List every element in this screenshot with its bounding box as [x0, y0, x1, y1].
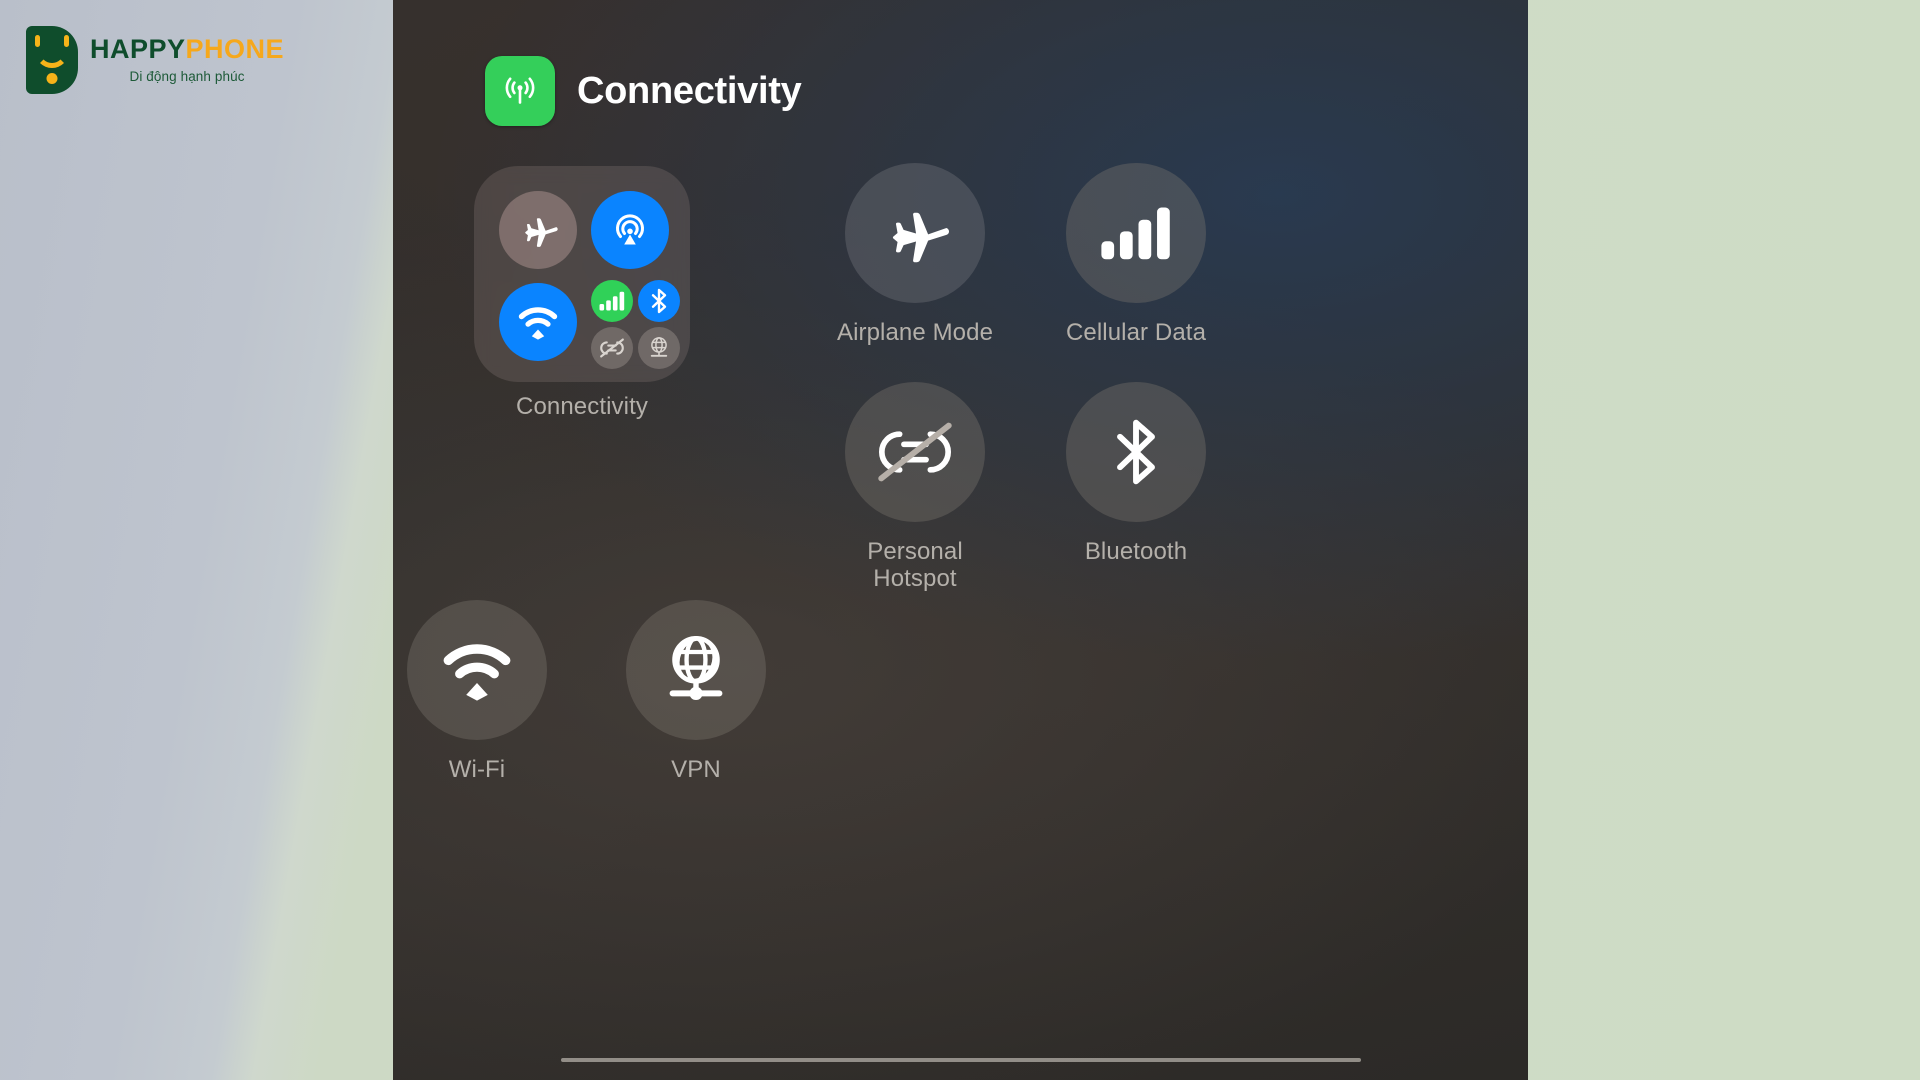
brand-text: HAPPYPHONE Di động hạnh phúc	[90, 36, 284, 84]
module-airdrop-button[interactable]	[591, 191, 669, 269]
tile-vpn[interactable]: VPN	[626, 600, 766, 784]
airplane-icon	[892, 212, 950, 263]
panel-header: Connectivity	[485, 56, 802, 126]
cellular-data-button[interactable]	[1066, 163, 1206, 303]
personal-hotspot-label: Personal Hotspot	[867, 538, 963, 592]
brand-word-happy: HAPPY	[90, 34, 186, 65]
bluetooth-icon	[1117, 419, 1155, 485]
tile-bluetooth[interactable]: Bluetooth	[1066, 382, 1206, 566]
bag-dot-shape	[46, 73, 58, 84]
connectivity-module-card[interactable]	[474, 166, 690, 382]
airplane-icon	[525, 218, 558, 247]
tile-personal-hotspot[interactable]: Personal Hotspot	[845, 382, 985, 593]
module-airplane-mode-button[interactable]	[499, 191, 577, 269]
module-bluetooth-button[interactable]	[638, 280, 680, 322]
connectivity-module-label: Connectivity	[516, 393, 648, 420]
hotspot-off-icon	[600, 338, 624, 358]
cellular-bars-icon	[1101, 207, 1170, 260]
brand-wordmark: HAPPYPHONE	[90, 36, 284, 63]
bluetooth-label: Bluetooth	[1084, 538, 1188, 565]
airplane-mode-button[interactable]	[845, 163, 985, 303]
module-cellular-data-button[interactable]	[591, 280, 633, 322]
cellular-bars-icon	[599, 291, 625, 311]
vpn-globe-icon	[669, 636, 723, 700]
brand-logo: HAPPYPHONE Di động hạnh phúc	[26, 26, 284, 94]
vpn-label: VPN	[671, 756, 721, 783]
airplane-mode-label: Airplane Mode	[836, 319, 994, 346]
connectivity-module[interactable]: Connectivity	[474, 166, 690, 420]
tile-cellular-data[interactable]: Cellular Data	[1066, 163, 1206, 347]
shopping-bag-icon	[26, 26, 78, 94]
module-wifi-button[interactable]	[499, 283, 577, 361]
tile-wifi[interactable]: Wi-Fi	[407, 600, 547, 784]
page-title: Connectivity	[577, 69, 802, 112]
broadcast-antenna-icon	[485, 56, 555, 126]
personal-hotspot-button[interactable]	[845, 382, 985, 522]
page-root: HAPPYPHONE Di động hạnh phúc Connectivit…	[0, 0, 1920, 1080]
hotspot-off-icon	[878, 422, 952, 482]
module-personal-hotspot-button[interactable]	[591, 327, 633, 369]
bluetooth-button[interactable]	[1066, 382, 1206, 522]
vpn-globe-icon	[650, 337, 668, 357]
wifi-icon	[443, 644, 511, 701]
wifi-button[interactable]	[407, 600, 547, 740]
bag-handle-shape	[35, 35, 69, 68]
brand-word-phone: PHONE	[185, 34, 285, 65]
cellular-data-label: Cellular Data	[1065, 319, 1207, 346]
module-vpn-button[interactable]	[638, 327, 680, 369]
tile-airplane-mode[interactable]: Airplane Mode	[837, 163, 993, 347]
home-indicator[interactable]	[560, 1058, 1361, 1062]
wifi-icon	[518, 307, 558, 340]
wifi-label: Wi-Fi	[448, 756, 506, 783]
bluetooth-icon	[651, 288, 667, 314]
brand-tagline: Di động hạnh phúc	[129, 69, 245, 85]
airdrop-icon	[616, 214, 644, 245]
control-center-panel: Connectivity Connectivity Airplane Mode …	[393, 0, 1528, 1080]
vpn-button[interactable]	[626, 600, 766, 740]
